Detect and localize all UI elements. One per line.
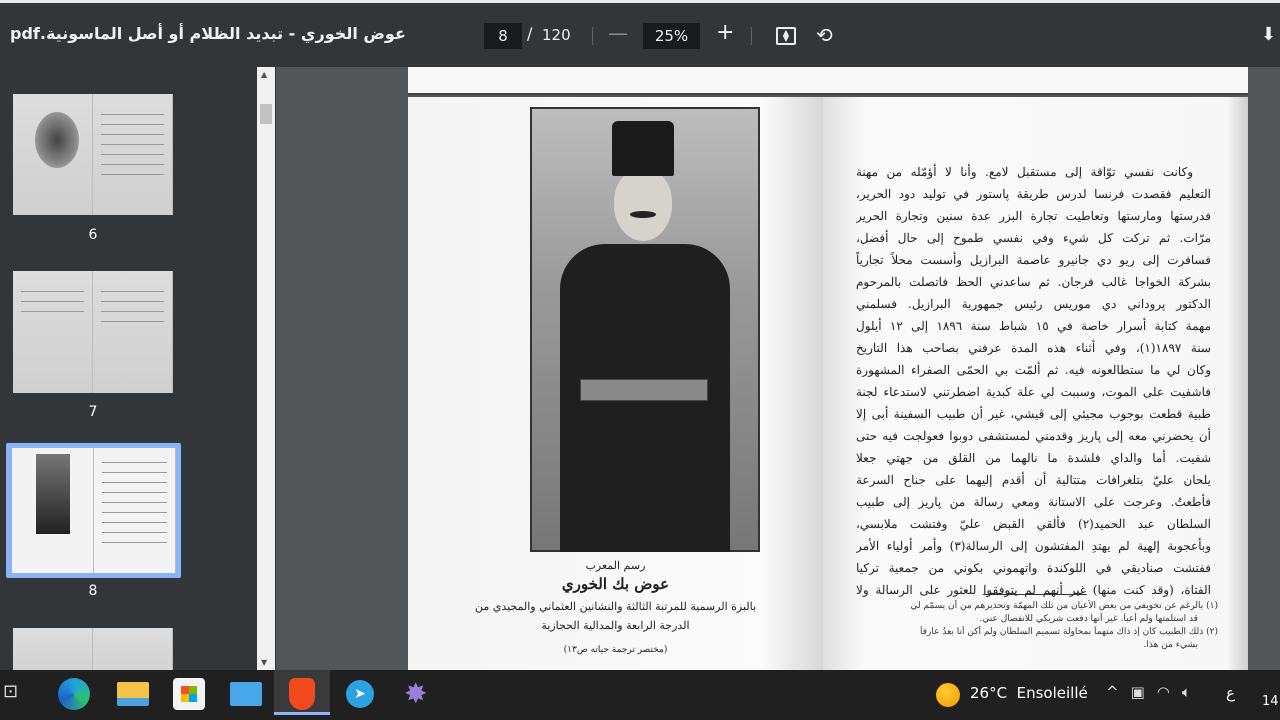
pdf-page-spread: رسم المعرب عوض بك الخوري بالبزة الرسمية … — [408, 97, 1248, 670]
thumbnail-label: 7 — [88, 404, 98, 420]
zoom-level-input[interactable]: 25% — [643, 23, 700, 49]
rotate-icon[interactable]: ⟲ — [816, 23, 833, 47]
text-line: شفيت. أما والداي فلشدة ما نالهما من القل… — [856, 451, 1211, 465]
download-icon[interactable]: ⬇ — [1261, 24, 1276, 45]
zoom-out-button[interactable]: — — [608, 21, 628, 45]
text-line: وكانت نفسي توّاقة إلى مستقبل لامع. وأنا … — [856, 165, 1193, 179]
body-text: وكانت نفسي توّاقة إلى مستقبل لامع. وأنا … — [856, 161, 1211, 601]
text-line: الفتاة، (وقد كنت منها) غير أنهم لم يتوفق… — [856, 583, 1211, 597]
scroll-down-arrow[interactable]: ▼ — [261, 658, 267, 667]
text-line: وكان لي ما ستطالعونه فيه. ثم ألمّت بي ال… — [856, 363, 1211, 377]
text-line: فدرستها ومارستها وتعاطيت تجارة البزر عدة… — [856, 209, 1211, 223]
text-line: مرّات. ثم تركت كل شيء وفي نفسي طموح إلى … — [856, 231, 1211, 245]
left-page: رسم المعرب عوض بك الخوري بالبزة الرسمية … — [408, 97, 823, 670]
file-explorer-icon[interactable] — [117, 682, 149, 706]
camera-icon[interactable]: ▣ — [1131, 683, 1157, 701]
divider — [751, 27, 752, 45]
caption-reference: (مختصر ترجمة حياته ص١٣) — [563, 645, 668, 655]
weather-sun-icon[interactable] — [936, 683, 960, 707]
right-page: وكانت نفسي توّاقة إلى مستقبل لامع. وأنا … — [823, 97, 1248, 670]
caption-small: رسم المعرب — [585, 559, 646, 572]
thumbnail-sidebar: 6 7 8 ▲ ▼ — [0, 67, 276, 670]
language-indicator[interactable]: ع — [1226, 684, 1235, 702]
system-tray[interactable]: ^▣◠🔈︎ — [1106, 683, 1203, 701]
volume-icon[interactable]: 🔈︎ — [1182, 683, 1203, 701]
brave-icon[interactable] — [289, 678, 315, 710]
telegram-icon[interactable]: ➤ — [346, 680, 374, 708]
text-line: مهمة كتابة أسرار خاصة في ١٥ شباط سنة ١٨٩… — [856, 319, 1211, 333]
thumbnail-page-9[interactable] — [13, 628, 173, 670]
previous-page-bottom — [408, 67, 1248, 95]
text-line: الدكتور پروداني دي موريس رئيس جمهورية ال… — [856, 297, 1211, 311]
text-line: سنة ١٨٩٧(١)، وفي أثناء هذه المدة عرفني ب… — [856, 341, 1211, 355]
footnote-rule — [983, 594, 1087, 595]
footnote-line: بشيء من هذا. — [1143, 640, 1199, 650]
scroll-up-arrow[interactable]: ▲ — [261, 70, 267, 79]
page-separator: / — [527, 24, 533, 43]
weather-desc: Ensoleillé — [1016, 684, 1088, 702]
text-line: أن يحضرني معه إلى پاريز وقدمني لمستشفى د… — [856, 429, 1211, 443]
total-pages: 120 — [542, 26, 571, 44]
page-number-input[interactable]: 8 — [484, 23, 522, 49]
caption-line: الدرجة الرابعة والمدالية الحجازية — [541, 619, 690, 632]
text-line: ففتشت صناديقي في اللوكندة واتهموني بكوني… — [856, 561, 1211, 575]
thumbnail-page-8[interactable] — [12, 448, 176, 573]
text-line: السلطان عبد الحميد(٢) فألقي القبض عليّ و… — [856, 517, 1211, 531]
sidebar-scrollbar[interactable]: ▲ ▼ — [257, 67, 275, 670]
portrait-photo — [530, 107, 760, 552]
thumbnail-label: 6 — [88, 227, 98, 243]
caption-line: بالبزة الرسمية للمرتبة الثالثة والنشانين… — [474, 600, 757, 613]
footnotes: (١) بالرغم عن تخويفي من بعض الأعيان من ت… — [848, 600, 1218, 652]
weather-temp: 26°C — [970, 684, 1008, 702]
text-line: بشركة الخواجا غالب فرجان. ثم ساعدني الحظ… — [856, 275, 1211, 289]
text-line: فسافرت إلى ريو دي جانيرو عاصمة البرازيل … — [856, 253, 1211, 267]
footnote-line: قد استلمتها ولم أعبأ. غير أنها دفعت شريك… — [979, 614, 1198, 624]
footnote-line: (١) بالرغم عن تخويفي من بعض الأعيان من ت… — [910, 601, 1218, 611]
text-line: فأطعتُ. وعرجت على الاستانة ومعي رسالة من… — [856, 495, 1211, 509]
fit-to-page-icon[interactable]: ▲ ▼ — [776, 27, 796, 45]
thumbnail-page-7[interactable] — [13, 271, 173, 393]
text-line: طبية قطعت بوجوب مجيئي إلى ڤيشي، غير أن ط… — [856, 407, 1211, 421]
pdf-toolbar: عوض الخوري - تبديد الظلام أو أصل الماسون… — [0, 0, 1280, 67]
text-line: التعليم فقصدت فرنسا لدرس طريقة پاستور في… — [856, 187, 1211, 201]
mail-icon[interactable] — [230, 682, 262, 706]
clock[interactable]: 14: — [1262, 694, 1280, 709]
footnote-line: (٢) ذلك الطبيب كان إذ ذاك متهماً بمحاولة… — [920, 627, 1218, 637]
app-icon[interactable]: ✸ — [404, 678, 436, 710]
edge-icon[interactable] — [58, 678, 90, 710]
microsoft-store-icon[interactable] — [173, 678, 205, 710]
tray-chevron-icon[interactable]: ^ — [1106, 683, 1131, 701]
wifi-icon[interactable]: ◠ — [1157, 683, 1182, 701]
weather-widget[interactable]: 26°C Ensoleillé — [970, 684, 1088, 702]
thumbnail-label: 8 — [88, 583, 98, 599]
task-view-icon[interactable]: ⊡ — [3, 681, 25, 705]
divider — [592, 27, 593, 45]
text-line: وبأعجوبة إلهية لم يهتدِ المفتشون إلى الر… — [856, 539, 1211, 553]
document-title: عوض الخوري - تبديد الظلام أو أصل الماسون… — [10, 24, 406, 43]
text-line: فاشفيت على الموت، وسببت لي علة كبدية اضط… — [856, 385, 1211, 399]
taskbar: ⊡ ➤ ✸ 26°C Ensoleillé ^▣◠🔈︎ ع 14: — [0, 670, 1280, 720]
zoom-in-button[interactable]: + — [716, 20, 734, 45]
caption-name: عوض بك الخوري — [561, 575, 670, 593]
thumbnail-page-6[interactable] — [13, 94, 173, 215]
scrollbar-thumb[interactable] — [260, 104, 272, 124]
text-line: يلحان عليّ بتلغرافات متتالية أن أقدم إلي… — [856, 473, 1211, 487]
